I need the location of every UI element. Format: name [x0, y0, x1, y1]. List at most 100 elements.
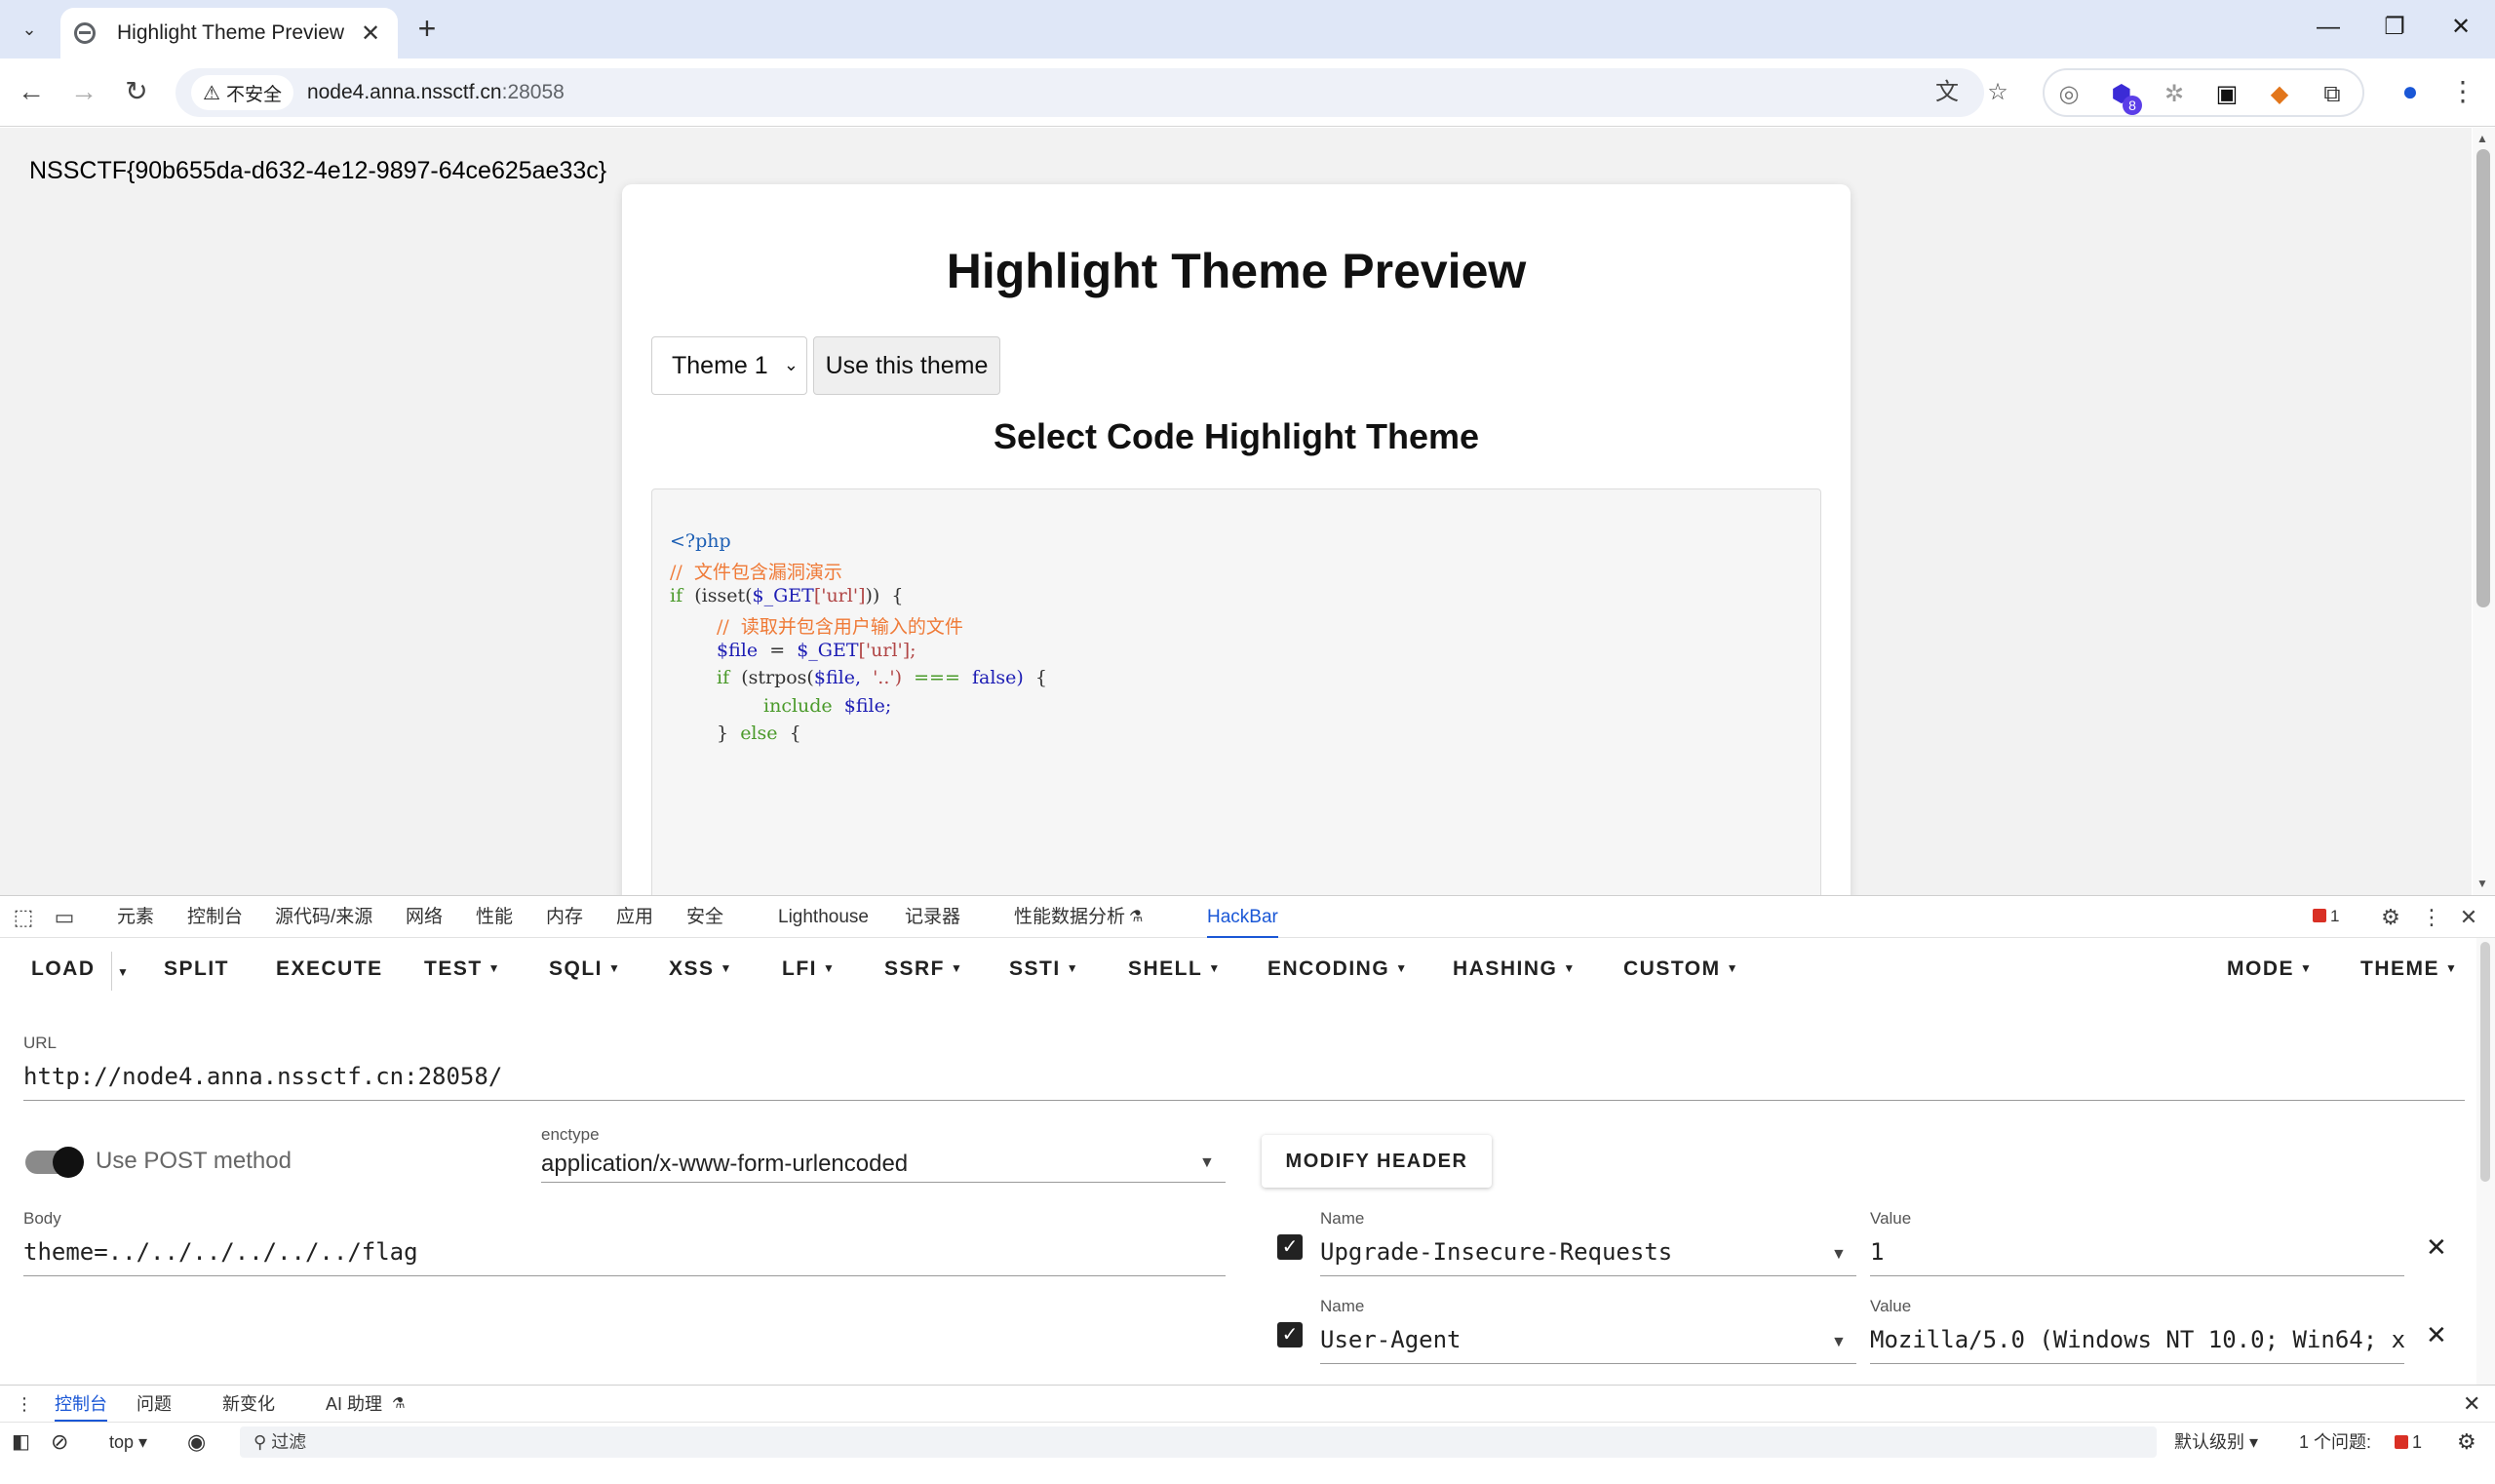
tab-title: Highlight Theme Preview [117, 21, 345, 44]
hackbar-encoding-menu[interactable]: ENCODING ▼ [1267, 957, 1409, 981]
hackbar-extension-icon[interactable]: ⬢ 8 [2105, 78, 2142, 115]
url-input[interactable]: http://node4.anna.nssctf.cn:28058/ [23, 1063, 2461, 1090]
drawer-tab-whats-new[interactable]: 新变化 [222, 1386, 275, 1423]
back-arrow-icon[interactable]: ← [10, 70, 53, 113]
address-text[interactable]: node4.anna.nssctf.cn:28058 [307, 81, 565, 104]
circle-extension-icon[interactable]: ◎ [2052, 78, 2086, 111]
tab-close-icon[interactable]: ✕ [357, 20, 384, 48]
hackbar-ssrf-menu[interactable]: SSRF ▼ [884, 957, 963, 981]
window-close-icon[interactable]: ✕ [2432, 8, 2490, 47]
hackbar-mode-menu[interactable]: MODE ▼ [2227, 957, 2313, 981]
devtools-close-icon[interactable]: ✕ [2453, 902, 2484, 933]
devtools-tab-performance-insights[interactable]: 性能数据分析 [1014, 896, 1125, 939]
hackbar-split-button[interactable]: SPLIT [164, 957, 229, 981]
enctype-select[interactable]: application/x-www-form-urlencoded [541, 1151, 908, 1178]
scroll-down-icon[interactable]: ▼ [2476, 877, 2488, 890]
hackbar-load-button[interactable]: LOAD [31, 957, 96, 981]
devtools-tab-network[interactable]: 网络 [406, 896, 443, 939]
drawer-tab-console[interactable]: 控制台 [55, 1386, 107, 1423]
use-theme-button[interactable]: Use this theme [813, 336, 1000, 395]
issues-badge[interactable]: 1 [2395, 1423, 2422, 1462]
header-name-dropdown-icon[interactable]: ▼ [1831, 1246, 1847, 1264]
modify-header-button[interactable]: MODIFY HEADER [1262, 1135, 1492, 1188]
security-chip[interactable]: ⚠ 不安全 [191, 75, 293, 110]
post-toggle-knob[interactable] [53, 1147, 84, 1178]
hackbar-lfi-menu[interactable]: LFI ▼ [782, 957, 836, 981]
hackbar-scroll-thumb[interactable] [2480, 942, 2490, 1182]
hackbar-shell-menu[interactable]: SHELL ▼ [1128, 957, 1222, 981]
hackbar-xss-menu[interactable]: XSS ▼ [669, 957, 733, 981]
devtools-tab-console[interactable]: 控制台 [187, 896, 243, 939]
hackbar-scrollbar[interactable] [2476, 938, 2495, 1385]
header-enabled-checkbox[interactable]: ✓ [1277, 1234, 1303, 1260]
context-select[interactable]: top ▾ [109, 1423, 147, 1462]
tab-search-chevron-icon[interactable]: ⌄ [12, 12, 47, 47]
header-enabled-checkbox[interactable]: ✓ [1277, 1322, 1303, 1347]
page-scrollbar[interactable]: ▲ ▼ [2473, 128, 2495, 895]
hackbar-custom-menu[interactable]: CUSTOM ▼ [1623, 957, 1739, 981]
hackbar-sqli-menu[interactable]: SQLI ▼ [549, 957, 621, 981]
code-line: } else { [717, 722, 801, 744]
gear-extension-icon[interactable]: ✲ [2158, 78, 2191, 111]
drawer-menu-icon[interactable]: ⋮ [16, 1386, 33, 1423]
mask-extension-icon[interactable]: ▣ [2210, 78, 2243, 111]
header-value-label: Value [1870, 1209, 1912, 1228]
console-settings-icon[interactable]: ⚙ [2457, 1423, 2476, 1462]
header-value-input[interactable]: 1 [1870, 1238, 2404, 1266]
address-bar[interactable]: ⚠ 不安全 node4.anna.nssctf.cn:28058 文 ☆ [175, 68, 2008, 117]
inspect-element-icon[interactable]: ⬚ [8, 902, 39, 933]
remove-header-icon[interactable]: ✕ [2426, 1320, 2447, 1350]
url-underline [23, 1100, 2465, 1101]
minimize-icon[interactable]: — [2299, 8, 2358, 47]
devtools-tab-application[interactable]: 应用 [616, 896, 653, 939]
device-toolbar-icon[interactable]: ▭ [49, 902, 80, 933]
devtools-tab-elements[interactable]: 元素 [117, 896, 154, 939]
devtools-tab-performance[interactable]: 性能 [476, 896, 513, 939]
scroll-up-icon[interactable]: ▲ [2476, 132, 2488, 145]
devtools-tab-lighthouse[interactable]: Lighthouse [778, 896, 869, 939]
fox-extension-icon[interactable]: ◆ [2263, 78, 2296, 111]
devtools-tab-hackbar[interactable]: HackBar [1207, 896, 1278, 939]
hackbar-hashing-menu[interactable]: HASHING ▼ [1453, 957, 1577, 981]
forward-arrow-icon[interactable]: → [62, 70, 105, 113]
browser-tab[interactable]: Highlight Theme Preview ✕ [60, 8, 398, 59]
devtools-tab-memory[interactable]: 内存 [546, 896, 583, 939]
hackbar-ssti-menu[interactable]: SSTI ▼ [1009, 957, 1079, 981]
devtools-tab-security[interactable]: 安全 [686, 896, 723, 939]
clear-console-icon[interactable]: ⊘ [51, 1423, 68, 1462]
header-value-input[interactable]: Mozilla/5.0 (Windows NT 10.0; Win64; x [1870, 1326, 2404, 1353]
devtools-more-icon[interactable]: ⋮ [2416, 902, 2447, 933]
drawer-tab-issues[interactable]: 问题 [136, 1386, 172, 1423]
settings-gear-icon[interactable]: ⚙ [2375, 902, 2406, 933]
issues-count-label[interactable]: 1 个问题: [2299, 1423, 2371, 1462]
console-filter-input[interactable]: ⚲ 过滤 [240, 1426, 2157, 1458]
remove-header-icon[interactable]: ✕ [2426, 1232, 2447, 1263]
devtools-tab-sources[interactable]: 源代码/来源 [275, 896, 372, 939]
profile-avatar-icon[interactable]: ● [2389, 70, 2432, 113]
eye-icon[interactable]: ◉ [187, 1423, 206, 1462]
enctype-dropdown-icon[interactable]: ▼ [1199, 1154, 1215, 1172]
header-name-dropdown-icon[interactable]: ▼ [1831, 1334, 1847, 1351]
new-tab-plus-icon[interactable]: + [409, 12, 445, 47]
hackbar-execute-button[interactable]: EXECUTE [276, 957, 383, 981]
more-menu-icon[interactable]: ⋮ [2441, 70, 2484, 113]
drawer-close-icon[interactable]: ✕ [2463, 1386, 2480, 1423]
sidebar-toggle-icon[interactable]: ◧ [12, 1423, 30, 1462]
puzzle-extensions-icon[interactable]: ⧉ [2316, 78, 2349, 111]
body-input[interactable]: theme=../../../../../../flag [23, 1238, 1223, 1266]
page-scroll-thumb[interactable] [2476, 149, 2490, 607]
restore-icon[interactable]: ❐ [2365, 8, 2424, 47]
load-dropdown-icon[interactable]: ▼ [117, 965, 130, 979]
bookmark-star-icon[interactable]: ☆ [1981, 76, 2014, 109]
header-name-input[interactable]: User-Agent [1320, 1326, 1827, 1353]
drawer-tab-ai-assistant[interactable]: AI 助理 [326, 1386, 382, 1423]
hackbar-theme-menu[interactable]: THEME ▼ [2360, 957, 2458, 981]
reload-icon[interactable]: ↻ [115, 70, 158, 113]
header-name-input[interactable]: Upgrade-Insecure-Requests [1320, 1238, 1827, 1266]
devtools-tab-recorder[interactable]: 记录器 [905, 896, 960, 939]
hackbar-test-menu[interactable]: TEST ▼ [424, 957, 501, 981]
log-level-select[interactable]: 默认级别 ▾ [2174, 1423, 2258, 1462]
error-count-badge[interactable]: 1 [2313, 907, 2339, 926]
theme-select[interactable]: Theme 1 ⌄ [651, 336, 807, 395]
translate-icon[interactable]: 文 [1930, 76, 1964, 109]
